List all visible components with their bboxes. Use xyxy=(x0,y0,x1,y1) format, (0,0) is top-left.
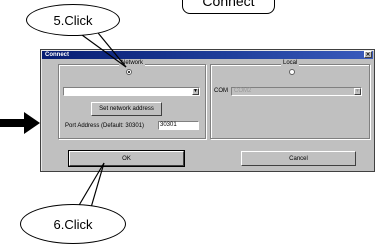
network-radio[interactable] xyxy=(126,69,132,75)
network-legend: Network xyxy=(119,60,146,66)
combo-arrow-icon[interactable]: ▼ xyxy=(192,88,199,95)
step6-callout: 6.Click xyxy=(20,204,126,244)
com-label: COM xyxy=(214,88,228,94)
connect-callout: Connect xyxy=(182,0,275,14)
local-legend: Local xyxy=(281,60,300,66)
com-combo-value: COM2 xyxy=(234,88,252,94)
arrow-right-icon xyxy=(0,112,40,134)
close-button[interactable]: × xyxy=(364,51,372,58)
cancel-button[interactable]: Cancel xyxy=(241,151,356,166)
set-network-address-button[interactable]: Set network address xyxy=(91,102,162,116)
ok-button[interactable]: OK xyxy=(68,150,185,167)
network-combo[interactable]: ▼ xyxy=(63,87,200,96)
dialog-title: Connect xyxy=(45,52,69,58)
com-combo[interactable]: COM2 ▼ xyxy=(231,87,362,96)
connect-dialog: Connect × Network ▼ Set network address … xyxy=(40,49,375,172)
combo-arrow-icon[interactable]: ▼ xyxy=(354,88,361,95)
local-group xyxy=(210,64,370,139)
dialog-titlebar: Connect × xyxy=(42,51,373,59)
port-address-label: Port Address (Default: 30301) xyxy=(65,123,145,129)
local-radio[interactable] xyxy=(289,69,295,75)
port-address-field[interactable]: 30301 xyxy=(158,121,199,130)
step5-callout: 5.Click xyxy=(26,4,120,36)
